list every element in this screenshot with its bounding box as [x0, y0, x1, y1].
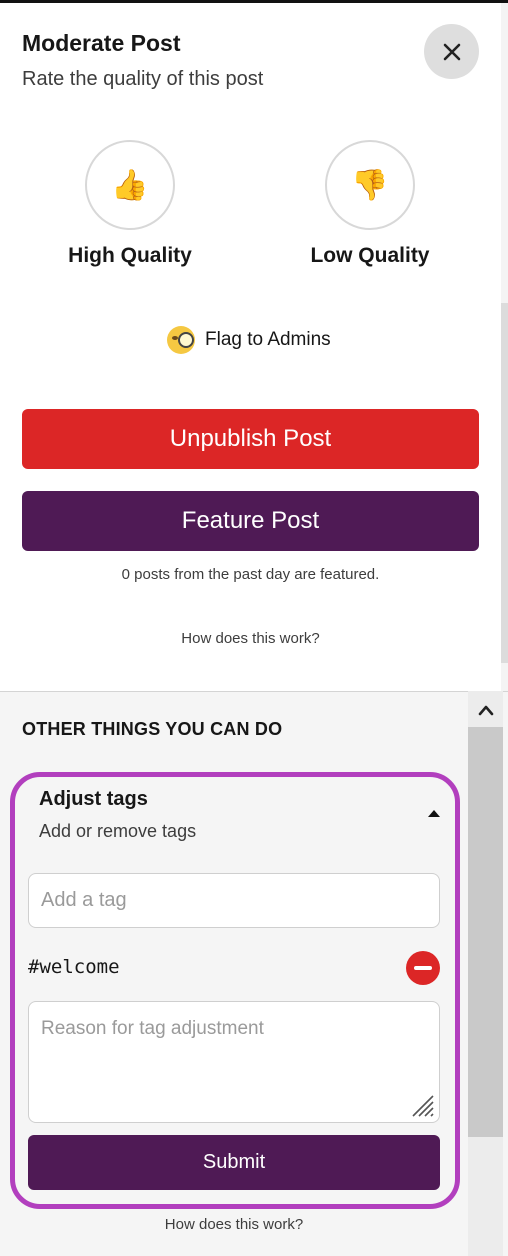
lower-scrollbar[interactable]	[468, 691, 503, 1256]
chevron-up-icon	[478, 705, 493, 716]
add-tag-input[interactable]: Add a tag	[28, 873, 440, 928]
featured-count-note: 0 posts from the past day are featured.	[121, 566, 380, 583]
adjust-tags-title: Adjust tags	[39, 788, 148, 810]
remove-tag-button[interactable]	[406, 951, 440, 985]
how-does-this-work-link-2[interactable]: How does this work?	[0, 1216, 468, 1233]
reason-placeholder: Reason for tag adjustment	[41, 1018, 264, 1039]
monocle-face-icon	[167, 326, 195, 354]
flag-to-admins-button[interactable]: Flag to Admins	[167, 326, 331, 354]
collapse-caret-icon[interactable]	[428, 810, 440, 817]
high-quality-label: High Quality	[68, 244, 192, 267]
resize-grip-icon[interactable]	[405, 1088, 435, 1118]
close-button[interactable]	[424, 24, 479, 79]
lower-scrollbar-thumb[interactable]	[468, 727, 503, 1137]
reason-textarea[interactable]: Reason for tag adjustment	[28, 1001, 440, 1123]
how-does-this-work-link[interactable]: How does this work?	[0, 630, 501, 647]
page-subtitle: Rate the quality of this post	[22, 68, 264, 90]
adjust-tags-subtitle: Add or remove tags	[39, 821, 197, 841]
thumbs-up-icon: 👍	[111, 168, 149, 202]
minus-icon	[414, 966, 432, 970]
close-icon	[443, 43, 460, 60]
upper-scrollbar-thumb[interactable]	[501, 303, 508, 663]
low-quality-option: 👎 Low Quality	[260, 140, 480, 268]
submit-button[interactable]: Submit	[28, 1135, 440, 1190]
low-quality-label: Low Quality	[310, 244, 430, 267]
thumbs-up-button[interactable]: 👍	[85, 140, 175, 230]
thumbs-down-icon: 👎	[351, 168, 389, 202]
upper-scrollbar[interactable]	[501, 3, 508, 691]
tag-welcome: #welcome	[28, 956, 120, 978]
page-title: Moderate Post	[22, 30, 181, 56]
other-section-title: OTHER THINGS YOU CAN DO	[22, 719, 283, 739]
unpublish-post-button[interactable]: Unpublish Post	[22, 409, 479, 469]
high-quality-option: 👍 High Quality	[20, 140, 240, 268]
feature-post-button[interactable]: Feature Post	[22, 491, 479, 551]
thumbs-down-button[interactable]: 👎	[325, 140, 415, 230]
scroll-up-button[interactable]	[468, 695, 503, 725]
flag-label: Flag to Admins	[205, 329, 331, 350]
